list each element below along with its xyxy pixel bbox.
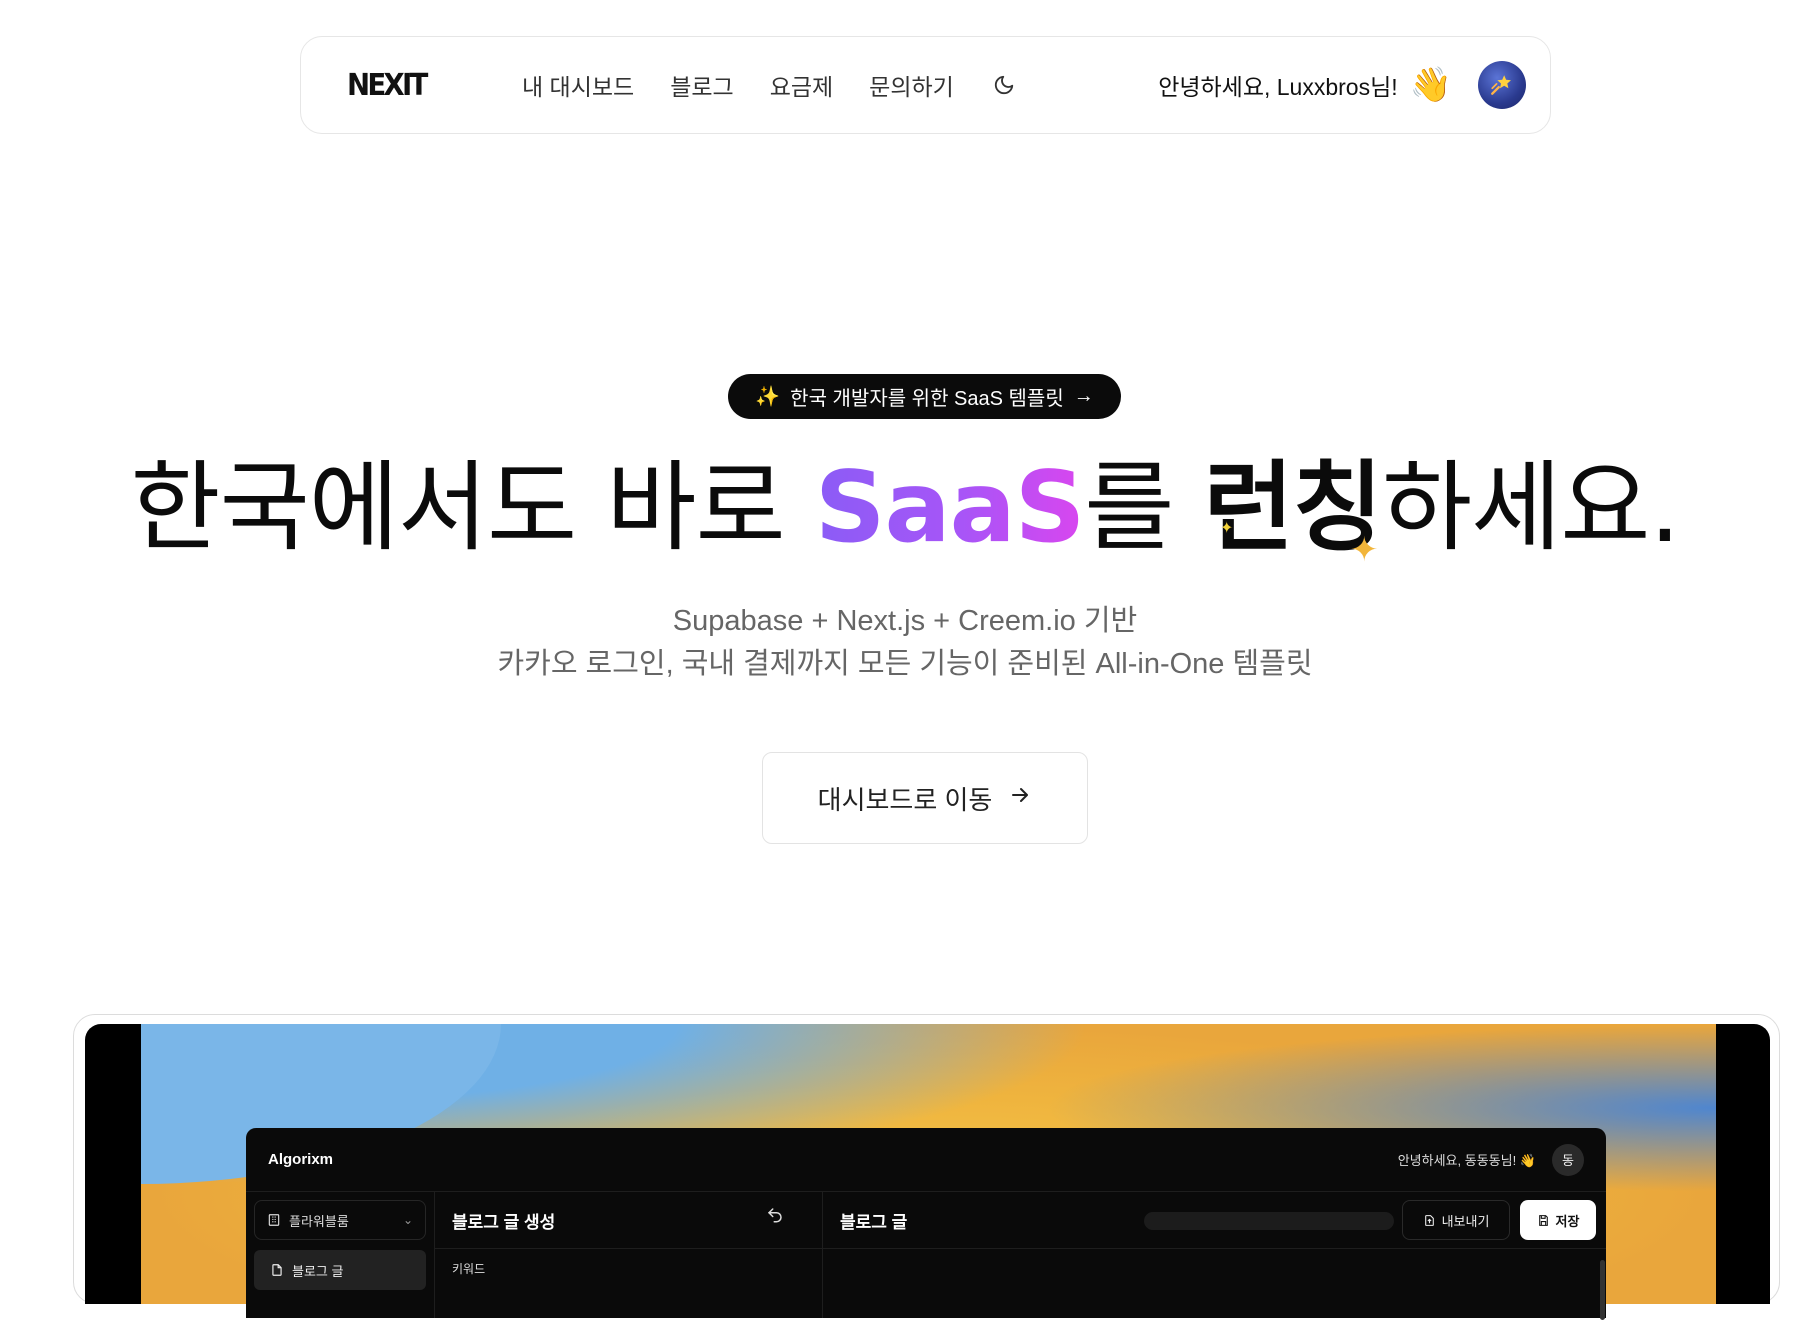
headline-saas: SaaS bbox=[814, 451, 1085, 565]
headline-part2: 를 bbox=[1084, 451, 1204, 565]
save-label: 저장 bbox=[1555, 1213, 1580, 1229]
arrow-right-icon bbox=[1008, 783, 1032, 814]
announcement-badge[interactable]: ✨ 한국 개발자를 위한 SaaS 템플릿 → bbox=[728, 374, 1121, 419]
user-greeting: 안녕하세요, Luxxbros님! bbox=[1158, 74, 1398, 100]
go-to-dashboard-button[interactable]: 대시보드로 이동 bbox=[762, 752, 1088, 844]
star-icon: ✦ bbox=[1350, 531, 1379, 569]
generate-panel-title: 블로그 글 생성 bbox=[452, 1213, 556, 1232]
app-greeting: 안녕하세요, 동동동님! 👋 bbox=[1397, 1153, 1536, 1168]
export-label: 내보내기 bbox=[1441, 1213, 1490, 1229]
workspace-select[interactable]: 플라워블룸 ⌄ bbox=[254, 1200, 426, 1240]
nav-link-pricing[interactable]: 요금제 bbox=[770, 68, 833, 102]
shooting-star-icon bbox=[1491, 75, 1511, 95]
file-icon bbox=[272, 1264, 282, 1276]
arrow-right-icon: → bbox=[1073, 385, 1094, 407]
undo-icon[interactable] bbox=[766, 1206, 784, 1229]
export-button[interactable]: 내보내기 bbox=[1402, 1200, 1510, 1240]
save-icon bbox=[1538, 1214, 1548, 1226]
hero-subtitle-line2: 카카오 로그인, 국내 결제까지 모든 기능이 준비된 All-in-One 템… bbox=[497, 648, 1313, 680]
top-navbar: NEXIT 내 대시보드 블로그 요금제 문의하기 안녕하세요, Luxxbro… bbox=[300, 36, 1551, 134]
workspace-name: 플라워블룸 bbox=[289, 1213, 349, 1229]
file-export-icon bbox=[1424, 1214, 1434, 1226]
app-avatar[interactable]: 동 bbox=[1552, 1143, 1584, 1176]
nav-link-contact[interactable]: 문의하기 bbox=[869, 68, 954, 102]
app-brand: Algorixm bbox=[268, 1151, 334, 1168]
app-header: Algorixm 안녕하세요, 동동동님! 👋 동 bbox=[246, 1128, 1606, 1192]
sidebar-item-label: 블로그 글 bbox=[292, 1263, 344, 1279]
divider bbox=[434, 1192, 435, 1318]
divider bbox=[822, 1192, 823, 1318]
user-area: 안녕하세요, Luxxbros님! 👋 bbox=[1158, 61, 1526, 109]
badge-text: 한국 개발자를 위한 SaaS 템플릿 bbox=[790, 388, 1064, 410]
post-panel-title: 블로그 글 bbox=[840, 1213, 908, 1232]
nav-link-dashboard[interactable]: 내 대시보드 bbox=[522, 68, 634, 102]
headline-part3: 하세요. bbox=[1381, 451, 1681, 565]
sparkle-small-icon: ✦ bbox=[1220, 520, 1234, 537]
nav-link-blog[interactable]: 블로그 bbox=[670, 68, 733, 102]
keyword-label: 키워드 bbox=[452, 1262, 486, 1276]
cta-label: 대시보드로 이동 bbox=[817, 784, 993, 815]
headline-part1: 한국에서도 바로 bbox=[130, 451, 815, 565]
app-body: 플라워블룸 ⌄ 블로그 글 블로그 글 생성 키워드 블로그 글 내보내기 저장 bbox=[246, 1192, 1606, 1320]
moon-icon[interactable] bbox=[990, 71, 1018, 99]
loading-bar bbox=[1144, 1212, 1394, 1230]
sparkles-icon: ✨ bbox=[755, 386, 781, 408]
sidebar-item-blog-posts[interactable]: 블로그 글 bbox=[254, 1250, 426, 1290]
hero-subtitle-line1: Supabase + Next.js + Creem.io 기반 bbox=[672, 605, 1138, 637]
waving-hand-icon: 👋 bbox=[1409, 66, 1452, 104]
nav-links: 내 대시보드 블로그 요금제 문의하기 bbox=[522, 68, 1018, 102]
preview-app-window: Algorixm 안녕하세요, 동동동님! 👋 동 플라워블룸 ⌄ 블로그 글 … bbox=[246, 1128, 1606, 1320]
save-button[interactable]: 저장 bbox=[1520, 1200, 1596, 1240]
divider bbox=[434, 1248, 1606, 1249]
hero-headline: 한국에서도 바로 SaaS를 런칭하세요. bbox=[0, 448, 1810, 568]
scrollbar[interactable] bbox=[1600, 1260, 1605, 1320]
brand-logo[interactable]: NEXIT bbox=[347, 68, 448, 103]
building-icon bbox=[268, 1214, 280, 1226]
avatar[interactable] bbox=[1478, 61, 1526, 109]
chevron-down-icon: ⌄ bbox=[402, 1213, 413, 1227]
